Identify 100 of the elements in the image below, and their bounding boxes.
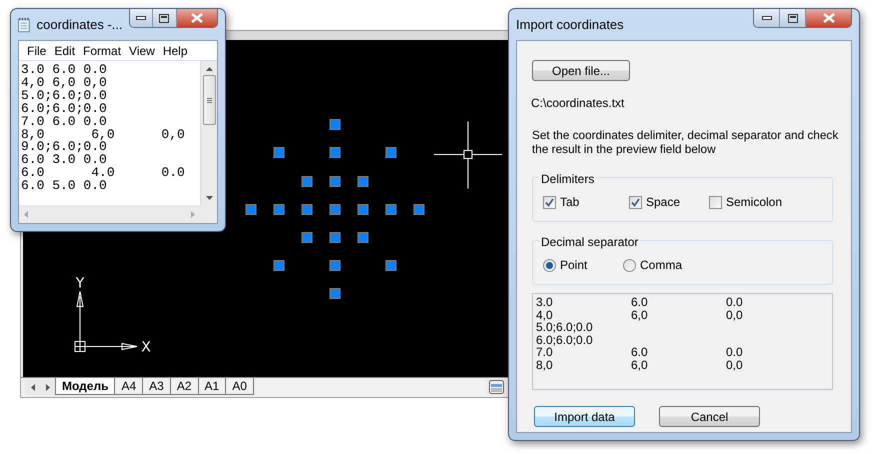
preview-cell: 6.0: [631, 345, 648, 360]
point-marker: [386, 260, 396, 271]
right-arrow-icon: [191, 210, 195, 218]
point-marker: [274, 260, 284, 271]
radio-label: Point: [560, 257, 588, 274]
text-line: 6.0 4.0 0.0: [21, 167, 185, 180]
import-button[interactable]: Import data: [534, 406, 635, 427]
point-marker: [274, 147, 284, 158]
point-marker: [386, 147, 396, 158]
window-title: Import coordinates: [516, 16, 624, 34]
notepad-icon: [18, 16, 31, 33]
point-marker: [302, 204, 312, 215]
horizontal-scrollbar[interactable]: [19, 205, 217, 223]
radio-button[interactable]: [543, 258, 556, 272]
checkbox-label: Space: [646, 194, 680, 211]
instructions-text: Set the coordinates delimiter, decimal separator and check the result in the preview field below: [532, 128, 840, 156]
right-arrow-icon: [46, 384, 50, 390]
axis-label: X: [141, 340, 151, 356]
point-marker: [246, 204, 256, 215]
menu-item[interactable]: Help: [160, 42, 193, 60]
menu-item[interactable]: File: [24, 42, 52, 60]
preview-cell: 8,0: [536, 358, 553, 372]
ucs-axes-icon: [74, 291, 138, 352]
preview-cell: 5.0;6.0;0.0: [536, 320, 593, 334]
preview-cell: 0.0: [726, 345, 743, 360]
point-marker: [274, 204, 284, 215]
point-marker: [302, 176, 312, 187]
text-line: 7.0 6.0 0.0: [21, 116, 107, 129]
close-icon: [190, 13, 203, 23]
point-marker: [330, 176, 340, 187]
point-marker: [302, 232, 312, 243]
preview-cell: 3.0: [536, 295, 553, 309]
radio-label: Comma: [640, 257, 682, 274]
text-line: 9.0;6.0;0.0: [21, 141, 107, 154]
open-file-button[interactable]: Open file...: [532, 60, 630, 81]
close-icon: [822, 13, 834, 23]
checkbox[interactable]: [543, 196, 556, 208]
point-marker: [330, 260, 340, 271]
point-marker: [386, 204, 396, 215]
checkbox[interactable]: [629, 196, 642, 208]
left-arrow-icon: [30, 384, 34, 390]
layout-list-icon: [488, 380, 504, 394]
maximize-button[interactable]: [153, 9, 177, 27]
preview-cell: 6.0;6.0;0.0: [536, 332, 593, 347]
scroll-right-button[interactable]: [40, 379, 55, 395]
point-marker: [330, 288, 340, 299]
preview-cell: 0,0: [726, 308, 743, 322]
close-button[interactable]: [176, 9, 217, 27]
left-arrow-icon: [24, 210, 28, 218]
minimize-icon: [136, 16, 146, 20]
close-button[interactable]: [806, 9, 851, 27]
layout-tab[interactable]: A0: [225, 378, 254, 395]
preview-cell: 0.0: [726, 295, 743, 309]
text-line: 6.0;6.0;0.0: [21, 102, 107, 116]
checkmark-icon: [545, 198, 554, 206]
text-line: 6.0 5.0 0.0: [21, 180, 107, 194]
scroll-left-button[interactable]: [25, 379, 40, 395]
radio-button[interactable]: [623, 258, 636, 272]
crosshair-cursor: [434, 121, 502, 189]
preview-cell: 6.0: [631, 295, 648, 309]
file-path: C:\coordinates.txt: [531, 95, 624, 112]
point-marker: [330, 119, 340, 130]
down-arrow-icon: [206, 196, 212, 200]
checkbox[interactable]: [709, 196, 722, 208]
point-marker: [358, 204, 368, 215]
menu-item[interactable]: View: [126, 42, 160, 60]
axis-label: Y: [76, 276, 84, 292]
window-title: coordinates -...: [36, 16, 123, 34]
maximize-button[interactable]: [780, 9, 806, 27]
maximize-icon: [788, 14, 798, 22]
checkmark-icon: [631, 198, 640, 206]
layout-button[interactable]: [487, 379, 505, 395]
point-marker: [358, 232, 368, 243]
point-marker: [414, 204, 424, 215]
text-line: 4,0 6,0 0,0: [21, 76, 107, 90]
menu-item[interactable]: Format: [80, 42, 126, 60]
preview-cell: 6,0: [631, 358, 648, 372]
point-marker: [330, 204, 340, 215]
layout-tab[interactable]: Модель: [55, 378, 116, 395]
preview-cell: 4,0: [536, 308, 553, 322]
checkbox-label: Tab: [560, 194, 580, 211]
point-marker: [358, 176, 368, 187]
text-line: 5.0;6.0;0.0: [21, 90, 107, 103]
grip-icon: [206, 98, 212, 102]
minimize-button[interactable]: [130, 9, 154, 27]
menu-item[interactable]: Edit: [51, 42, 80, 60]
minimize-button[interactable]: [754, 9, 780, 27]
minimize-icon: [762, 16, 772, 20]
vertical-scrollbar[interactable]: [200, 61, 217, 205]
maximize-icon: [159, 14, 170, 22]
cancel-button[interactable]: Cancel: [659, 406, 760, 427]
text-line: 8,0 6,0 0,0: [21, 128, 185, 142]
text-line: 3.0 6.0 0.0: [21, 64, 107, 77]
up-arrow-icon: [206, 67, 212, 71]
checkbox-label: Semicolon: [726, 194, 782, 211]
preview-cell: 6,0: [631, 308, 648, 322]
preview-cell: 0,0: [726, 358, 743, 372]
preview-cell: 7.0: [536, 345, 553, 360]
text-line: 6.0 3.0 0.0: [21, 154, 107, 168]
point-marker: [330, 232, 340, 243]
